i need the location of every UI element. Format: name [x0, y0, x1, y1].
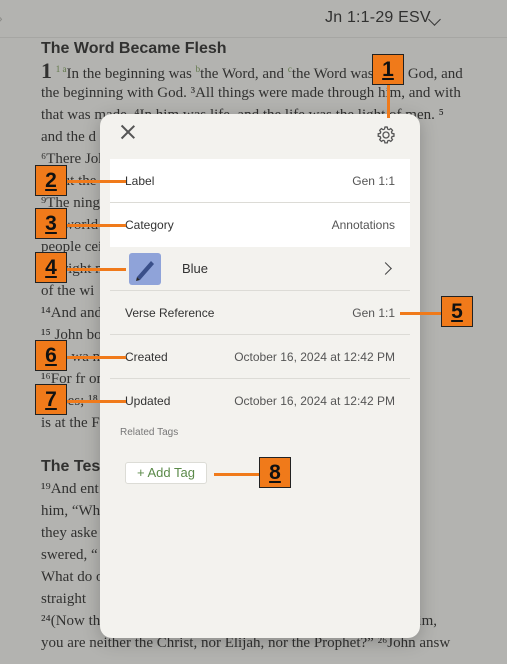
- updated-row: Updated October 16, 2024 at 12:42 PM: [110, 379, 410, 423]
- related-tags-title: Related Tags: [120, 427, 179, 438]
- color-name: Blue: [182, 261, 209, 276]
- callout-badge-6: 6: [35, 340, 67, 371]
- label-info-popover: Label Gen 1:1 Category Annotations Blue …: [100, 114, 420, 638]
- pen-icon: [136, 261, 154, 281]
- category-value[interactable]: Annotations: [332, 218, 395, 232]
- category-title: Category: [125, 218, 174, 232]
- created-title: Created: [125, 350, 168, 364]
- verse-reference-value[interactable]: Gen 1:1: [352, 306, 395, 320]
- callout-badge-1: 1: [372, 54, 404, 85]
- chevron-right-icon[interactable]: [379, 262, 392, 275]
- label-value[interactable]: Gen 1:1: [352, 174, 395, 188]
- callout-badge-2: 2: [35, 165, 67, 196]
- callout-line: [66, 400, 126, 403]
- callout-badge-7: 7: [35, 384, 67, 415]
- callout-line: [66, 268, 126, 271]
- callout-badge-8: 8: [259, 457, 291, 488]
- updated-value: October 16, 2024 at 12:42 PM: [234, 394, 395, 408]
- callout-badge-3: 3: [35, 208, 67, 239]
- label-row[interactable]: Label Gen 1:1: [110, 159, 410, 203]
- callout-badge-4: 4: [35, 252, 67, 283]
- label-title: Label: [125, 174, 155, 188]
- close-icon[interactable]: [119, 123, 137, 141]
- created-row: Created October 16, 2024 at 12:42 PM: [110, 335, 410, 379]
- gear-icon[interactable]: [375, 124, 397, 146]
- updated-title: Updated: [125, 394, 171, 408]
- verse-reference-row[interactable]: Verse Reference Gen 1:1: [110, 291, 410, 335]
- callout-line: [66, 224, 126, 227]
- callout-line: [214, 473, 260, 476]
- callout-line: [400, 312, 442, 315]
- callout-line: [66, 180, 126, 183]
- created-value: October 16, 2024 at 12:42 PM: [234, 350, 395, 364]
- add-tag-button[interactable]: + Add Tag: [125, 462, 207, 484]
- category-row[interactable]: Category Annotations: [110, 203, 410, 247]
- callout-line: [66, 356, 126, 359]
- color-row[interactable]: Blue: [110, 247, 410, 291]
- callout-line: [387, 84, 390, 118]
- verse-reference-title: Verse Reference: [125, 306, 215, 320]
- callout-badge-5: 5: [441, 296, 473, 327]
- color-swatch[interactable]: [129, 253, 161, 285]
